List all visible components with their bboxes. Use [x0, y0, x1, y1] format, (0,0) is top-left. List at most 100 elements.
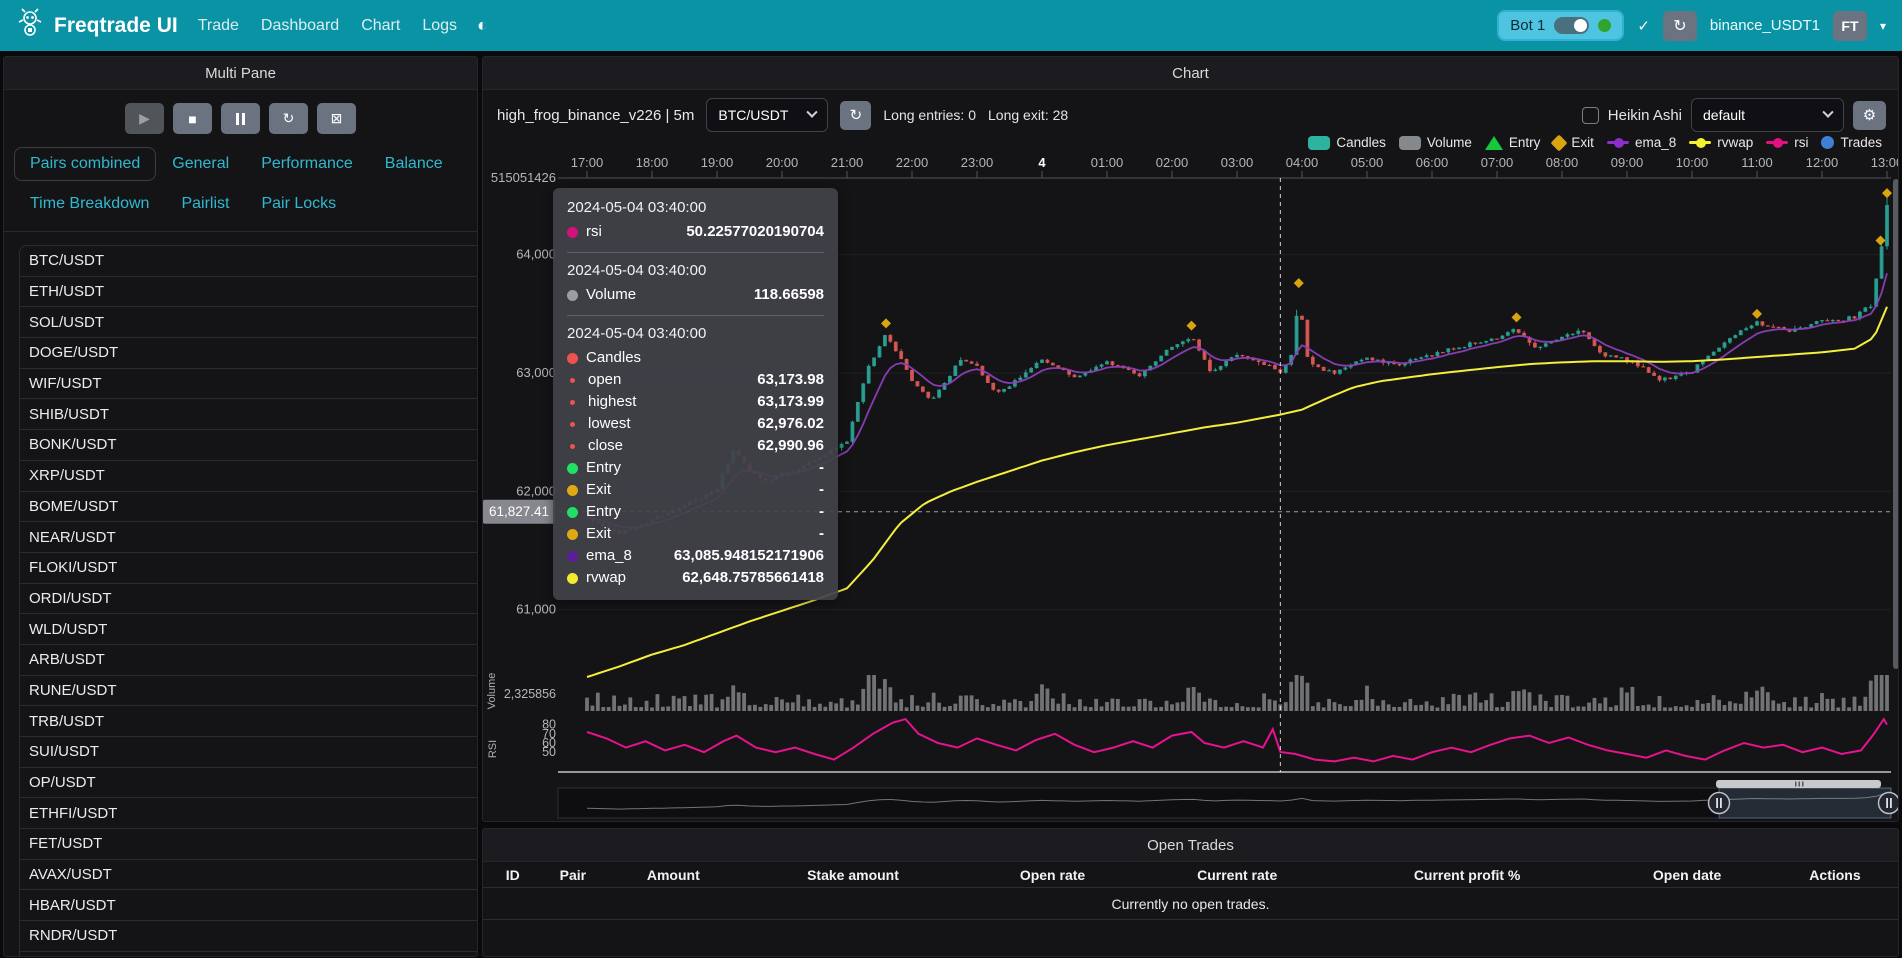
avatar[interactable]: FT — [1833, 11, 1867, 41]
pause-button[interactable] — [221, 103, 260, 134]
plot-config-select[interactable]: default — [1691, 98, 1844, 132]
nav-link-chart[interactable]: Chart — [361, 17, 400, 35]
tab-performance[interactable]: Performance — [245, 147, 369, 181]
nav-link-trade[interactable]: Trade — [198, 17, 239, 35]
svg-text:20:00: 20:00 — [766, 155, 799, 170]
legend-label: rvwap — [1717, 135, 1753, 150]
series-dot-icon — [567, 290, 578, 301]
check-icon[interactable]: ✓ — [1637, 17, 1650, 35]
datazoom-left-handle[interactable] — [1709, 793, 1730, 814]
bot-toggle[interactable] — [1554, 17, 1589, 34]
chart-legend: Candles Volume Entry Exit ema_8 rvwap rsi Trade… — [1308, 135, 1882, 150]
tooltip-series-value: - — [819, 501, 824, 523]
pair-row-ar[interactable]: AR/USDT — [20, 952, 477, 957]
nav-link-dashboard[interactable]: Dashboard — [261, 17, 339, 35]
tab-pairs-combined[interactable]: Pairs combined — [14, 147, 156, 181]
bot-selector[interactable]: Bot 1 — [1497, 10, 1624, 41]
nav-link-logs[interactable]: Logs — [422, 17, 457, 35]
tooltip-series-name: rvwap — [586, 567, 626, 589]
pair-list: BTC/USDTETH/USDTSOL/USDTDOGE/USDTWIF/USD… — [19, 245, 477, 957]
svg-text:61,000: 61,000 — [516, 602, 556, 617]
svg-text:19:00: 19:00 — [701, 155, 734, 170]
pair-row-near[interactable]: NEAR/USDT — [20, 522, 477, 553]
tooltip-row: Exit- — [567, 523, 824, 545]
ema_8-swatch-icon — [1607, 141, 1629, 144]
pair-row-shib[interactable]: SHIB/USDT — [20, 399, 477, 430]
svg-text:21:00: 21:00 — [831, 155, 864, 170]
tooltip-series-value: 63,173.98 — [757, 369, 824, 391]
chevron-down-icon[interactable]: ▾ — [1880, 19, 1886, 33]
open-trades-header-row: IDPairAmountStake amountOpen rateCurrent… — [483, 862, 1898, 888]
trades-swatch-icon — [1821, 136, 1834, 149]
pair-row-sui[interactable]: SUI/USDT — [20, 737, 477, 768]
pair-row-doge[interactable]: DOGE/USDT — [20, 338, 477, 369]
pair-row-wif[interactable]: WIF/USDT — [20, 369, 477, 400]
legend-ema_8[interactable]: ema_8 — [1607, 135, 1676, 150]
chevron-down-icon — [807, 107, 818, 118]
svg-text:Volume: Volume — [486, 673, 498, 710]
legend-exit[interactable]: Exit — [1553, 135, 1594, 150]
tooltip-date: 2024-05-04 03:40:00 — [567, 262, 824, 279]
pair-row-rndr[interactable]: RNDR/USDT — [20, 921, 477, 952]
pair-row-rune[interactable]: RUNE/USDT — [20, 676, 477, 707]
open-trades-title: Open Trades — [483, 829, 1898, 862]
stop-button[interactable]: ■ — [173, 103, 212, 134]
bot-online-dot — [1598, 19, 1611, 32]
pair-row-bonk[interactable]: BONK/USDT — [20, 430, 477, 461]
tooltip-row: rvwap62,648.75785661418 — [567, 567, 824, 589]
navbar: Freqtrade UI Trade Dashboard Chart Logs ◐ B… — [0, 0, 1902, 51]
strategy-label: high_frog_binance_v226 | 5m — [497, 107, 694, 124]
svg-text:62,000: 62,000 — [516, 483, 556, 498]
pair-row-fet[interactable]: FET/USDT — [20, 829, 477, 860]
legend-candles[interactable]: Candles — [1308, 135, 1386, 150]
theme-toggle-icon[interactable]: ◐ — [477, 15, 488, 36]
pair-row-wld[interactable]: WLD/USDT — [20, 614, 477, 645]
legend-trades[interactable]: Trades — [1821, 135, 1882, 150]
tooltip-row: Exit- — [567, 479, 824, 501]
tab-pair-locks[interactable]: Pair Locks — [245, 187, 352, 221]
reload-bot-button[interactable]: ↻ — [1663, 11, 1697, 41]
legend-rsi[interactable]: rsi — [1766, 135, 1808, 150]
tooltip-series-name: highest — [588, 391, 636, 413]
pair-row-btc[interactable]: BTC/USDT — [20, 246, 477, 277]
tab-time-breakdown[interactable]: Time Breakdown — [14, 187, 165, 221]
tooltip-series-value: - — [819, 523, 824, 545]
pair-row-trb[interactable]: TRB/USDT — [20, 706, 477, 737]
pair-row-xrp[interactable]: XRP/USDT — [20, 461, 477, 492]
clear-button[interactable]: ⊠ — [317, 103, 356, 134]
refresh-chart-button[interactable]: ↻ — [840, 101, 871, 130]
pair-row-op[interactable]: OP/USDT — [20, 768, 477, 799]
legend-rvwap[interactable]: rvwap — [1689, 135, 1753, 150]
entry-swatch-icon — [1485, 136, 1503, 150]
series-dot-icon — [570, 378, 575, 383]
tab-pairlist[interactable]: Pairlist — [165, 187, 245, 221]
pair-row-hbar[interactable]: HBAR/USDT — [20, 890, 477, 921]
pair-row-arb[interactable]: ARB/USDT — [20, 645, 477, 676]
navbar-right: Bot 1 ✓ ↻ binance_USDT1 FT ▾ — [1497, 10, 1886, 41]
legend-entry[interactable]: Entry — [1485, 135, 1541, 150]
svg-text:61,827.41: 61,827.41 — [489, 504, 549, 519]
pair-row-ordi[interactable]: ORDI/USDT — [20, 584, 477, 615]
datazoom-right-handle[interactable] — [1879, 793, 1900, 814]
heikin-ashi-checkbox[interactable] — [1582, 107, 1599, 124]
plot-settings-button[interactable]: ⚙ — [1853, 101, 1886, 130]
chart-panel: Chart high_frog_binance_v226 | 5m BTC/US… — [482, 56, 1899, 822]
pair-select[interactable]: BTC/USDT — [706, 98, 828, 132]
play-button[interactable]: ▶ — [125, 103, 164, 134]
svg-text:23:00: 23:00 — [961, 155, 994, 170]
brand[interactable]: Freqtrade UI — [16, 8, 178, 44]
pair-row-sol[interactable]: SOL/USDT — [20, 307, 477, 338]
tooltip-series-value: 118.66598 — [754, 284, 824, 306]
tab-general[interactable]: General — [156, 147, 245, 181]
pair-row-eth[interactable]: ETH/USDT — [20, 277, 477, 308]
series-dot-icon — [567, 529, 578, 540]
column-header-open-date: Open date — [1602, 867, 1772, 883]
pair-row-avax[interactable]: AVAX/USDT — [20, 860, 477, 891]
pair-row-floki[interactable]: FLOKI/USDT — [20, 553, 477, 584]
legend-volume[interactable]: Volume — [1399, 135, 1472, 150]
tooltip-series-name: Entry — [586, 501, 621, 523]
pair-row-bome[interactable]: BOME/USDT — [20, 492, 477, 523]
reload-button[interactable]: ↻ — [269, 103, 308, 134]
tab-balance[interactable]: Balance — [369, 147, 459, 181]
pair-row-ethfi[interactable]: ETHFI/USDT — [20, 798, 477, 829]
